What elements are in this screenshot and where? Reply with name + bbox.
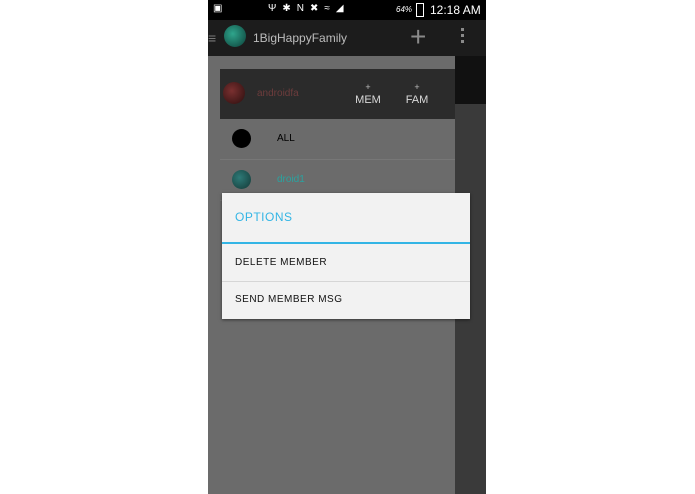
status-icons: Ψ✱N✖≈◢: [268, 3, 350, 14]
add-family-label: FAM: [405, 94, 429, 106]
add-family-plus: +: [414, 82, 420, 92]
family-name[interactable]: androidfa: [257, 88, 299, 99]
send-member-msg-option[interactable]: SEND MEMBER MSG: [222, 282, 470, 318]
add-family-button[interactable]: + FAM: [397, 81, 437, 107]
add-member-plus: +: [365, 82, 371, 92]
drawer-indicator-icon[interactable]: ≡: [208, 30, 216, 46]
app-title: 1BigHappyFamily: [253, 31, 348, 45]
notification-icon: ▣: [213, 3, 223, 14]
member-label: ALL: [277, 133, 295, 144]
dialog-divider: [222, 242, 470, 244]
dialog-title: OPTIONS: [235, 210, 293, 224]
options-dialog: OPTIONS DELETE MEMBER SEND MEMBER MSG: [222, 193, 470, 319]
battery-icon: [416, 3, 424, 17]
app-logo-icon[interactable]: [224, 25, 246, 47]
member-avatar: [232, 170, 251, 189]
overflow-menu-icon[interactable]: [461, 28, 465, 46]
add-member-label: MEM: [355, 94, 381, 106]
add-member-button[interactable]: + MEM: [348, 81, 388, 107]
delete-member-option[interactable]: DELETE MEMBER: [222, 245, 470, 281]
action-bar: ≡ 1BigHappyFamily +: [208, 20, 486, 56]
clock: 12:18 AM: [430, 3, 481, 17]
member-label: droid1: [277, 174, 305, 185]
status-bar: ▣ Ψ✱N✖≈◢ 64% 12:18 AM: [208, 0, 486, 20]
option-label: DELETE MEMBER: [235, 257, 328, 268]
family-avatar[interactable]: [223, 82, 245, 104]
member-row-all[interactable]: ALL: [220, 119, 455, 160]
option-label: SEND MEMBER MSG: [235, 294, 343, 305]
family-header: androidfa + MEM + FAM: [220, 69, 455, 119]
battery-percent: 64%: [396, 5, 413, 14]
member-avatar: [232, 129, 251, 148]
plus-icon[interactable]: +: [410, 22, 426, 52]
